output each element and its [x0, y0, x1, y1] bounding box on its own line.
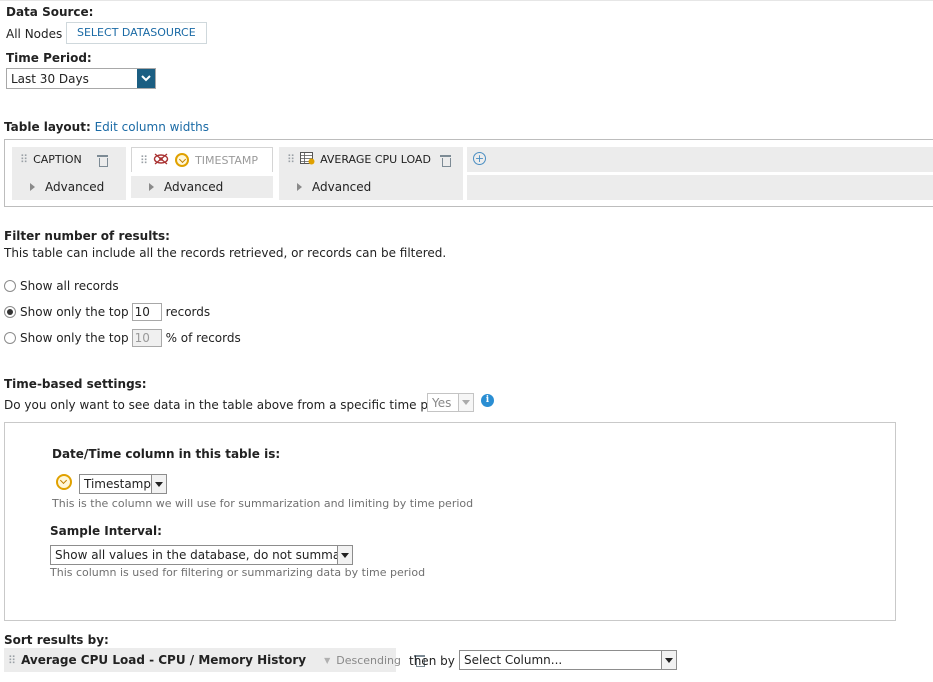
data-source-value: All Nodes: [6, 27, 63, 41]
add-column-icon[interactable]: +: [473, 152, 486, 165]
time-period-value: Last 30 Days: [11, 71, 89, 86]
clock-icon: [56, 474, 72, 490]
top-count-input[interactable]: 10: [131, 303, 162, 321]
radio-all[interactable]: [4, 280, 16, 292]
hidden-eye-icon[interactable]: [153, 153, 169, 168]
columns-body-strip: [467, 175, 933, 200]
info-icon[interactable]: i: [481, 394, 494, 407]
datetime-column-select[interactable]: Timestamp: [79, 474, 167, 494]
layout-column-caption[interactable]: ⠿ CAPTION Advanced: [12, 147, 126, 200]
sample-interval-note: This column is used for filtering or sum…: [50, 566, 426, 579]
layout-column-timestamp[interactable]: ⠿ TIMESTAMP Advanced: [131, 147, 273, 200]
filter-option-pct-label: Show only the top: [20, 331, 129, 345]
sample-interval-label: Sample Interval:: [50, 524, 162, 538]
time-period-select[interactable]: Last 30 Days: [6, 68, 156, 89]
chevron-down-icon[interactable]: [458, 394, 473, 411]
advanced-label: Advanced: [164, 180, 224, 194]
column-name: TIMESTAMP: [195, 153, 258, 167]
advanced-toggle[interactable]: Advanced: [279, 176, 463, 198]
datetime-column-note: This is the column we will use for summa…: [52, 497, 474, 510]
then-by-value: Select Column...: [464, 653, 563, 667]
radio-percent[interactable]: [4, 332, 16, 344]
data-source-label: Data Source:: [6, 5, 94, 19]
expand-icon: [149, 183, 154, 191]
then-by-label: then by: [409, 654, 455, 668]
filter-option-top[interactable]: Show only the top 10 records: [4, 303, 210, 321]
percent-input[interactable]: 10: [131, 329, 162, 347]
radio-top[interactable]: [4, 306, 16, 318]
chevron-down-icon[interactable]: [151, 475, 166, 493]
table-layout-heading: Table layout: Edit column widths: [4, 120, 209, 134]
chevron-down-icon[interactable]: [137, 69, 155, 88]
table-icon: [300, 151, 315, 168]
datetime-column-value: Timestamp: [84, 477, 151, 491]
advanced-label: Advanced: [312, 180, 372, 194]
clock-icon: [175, 153, 190, 167]
caret-down-icon[interactable]: ▼: [324, 656, 330, 665]
sort-direction[interactable]: Descending: [336, 654, 401, 667]
table-layout-box: ⠿ CAPTION Advanced ⠿ TIMESTAMP Advanced …: [4, 139, 933, 207]
then-by-select[interactable]: Select Column...: [459, 650, 677, 670]
time-period-label: Time Period:: [6, 51, 92, 65]
time-period-yes-select[interactable]: Yes: [427, 393, 474, 412]
trash-icon[interactable]: [96, 154, 108, 167]
columns-header-strip: [467, 147, 933, 172]
time-settings-question: Do you only want to see data in the tabl…: [4, 398, 465, 412]
sort-column-item[interactable]: ⠿ Average CPU Load - CPU / Memory Histor…: [4, 648, 425, 672]
sort-label: Sort results by:: [4, 633, 109, 647]
column-name: AVERAGE CPU LOAD: [320, 153, 431, 166]
filter-option-top-suffix: records: [165, 305, 211, 319]
drag-handle-icon[interactable]: ⠿: [8, 654, 16, 667]
trash-icon[interactable]: [439, 154, 451, 167]
sort-column-name: Average CPU Load - CPU / Memory History: [21, 653, 307, 667]
table-layout-label: Table layout:: [4, 120, 91, 134]
drag-handle-icon[interactable]: ⠿: [287, 153, 295, 166]
filter-option-all[interactable]: Show all records: [4, 279, 119, 293]
filter-option-pct-suffix: % of records: [165, 331, 241, 345]
filter-option-percent[interactable]: Show only the top 10 % of records: [4, 329, 241, 347]
expand-icon: [30, 183, 35, 191]
expand-icon: [297, 183, 302, 191]
filter-option-all-label: Show all records: [20, 279, 119, 293]
filter-description: This table can include all the records r…: [4, 246, 447, 260]
chevron-down-icon[interactable]: [337, 546, 352, 564]
advanced-toggle[interactable]: Advanced: [131, 176, 273, 198]
sample-interval-value: Show all values in the database, do not …: [55, 548, 337, 562]
edit-column-widths-link[interactable]: Edit column widths: [95, 120, 209, 134]
select-datasource-button[interactable]: SELECT DATASOURCE: [66, 22, 207, 44]
advanced-label: Advanced: [45, 180, 105, 194]
drag-handle-icon[interactable]: ⠿: [140, 154, 148, 167]
advanced-toggle[interactable]: Advanced: [12, 176, 126, 198]
time-period-yes-value: Yes: [432, 395, 452, 410]
time-settings-title: Time-based settings:: [4, 377, 147, 391]
chevron-down-icon[interactable]: [661, 651, 676, 669]
filter-option-top-label: Show only the top: [20, 305, 129, 319]
datetime-column-label: Date/Time column in this table is:: [52, 447, 281, 461]
sample-interval-select[interactable]: Show all values in the database, do not …: [50, 545, 353, 565]
time-settings-panel: Date/Time column in this table is: Times…: [4, 422, 896, 621]
filter-title: Filter number of results:: [4, 229, 170, 243]
top-divider: [0, 0, 933, 1]
column-name: CAPTION: [33, 153, 82, 166]
layout-column-average-cpu-load[interactable]: ⠿ AVERAGE CPU LOAD Advanced: [279, 147, 463, 200]
drag-handle-icon[interactable]: ⠿: [20, 153, 28, 166]
